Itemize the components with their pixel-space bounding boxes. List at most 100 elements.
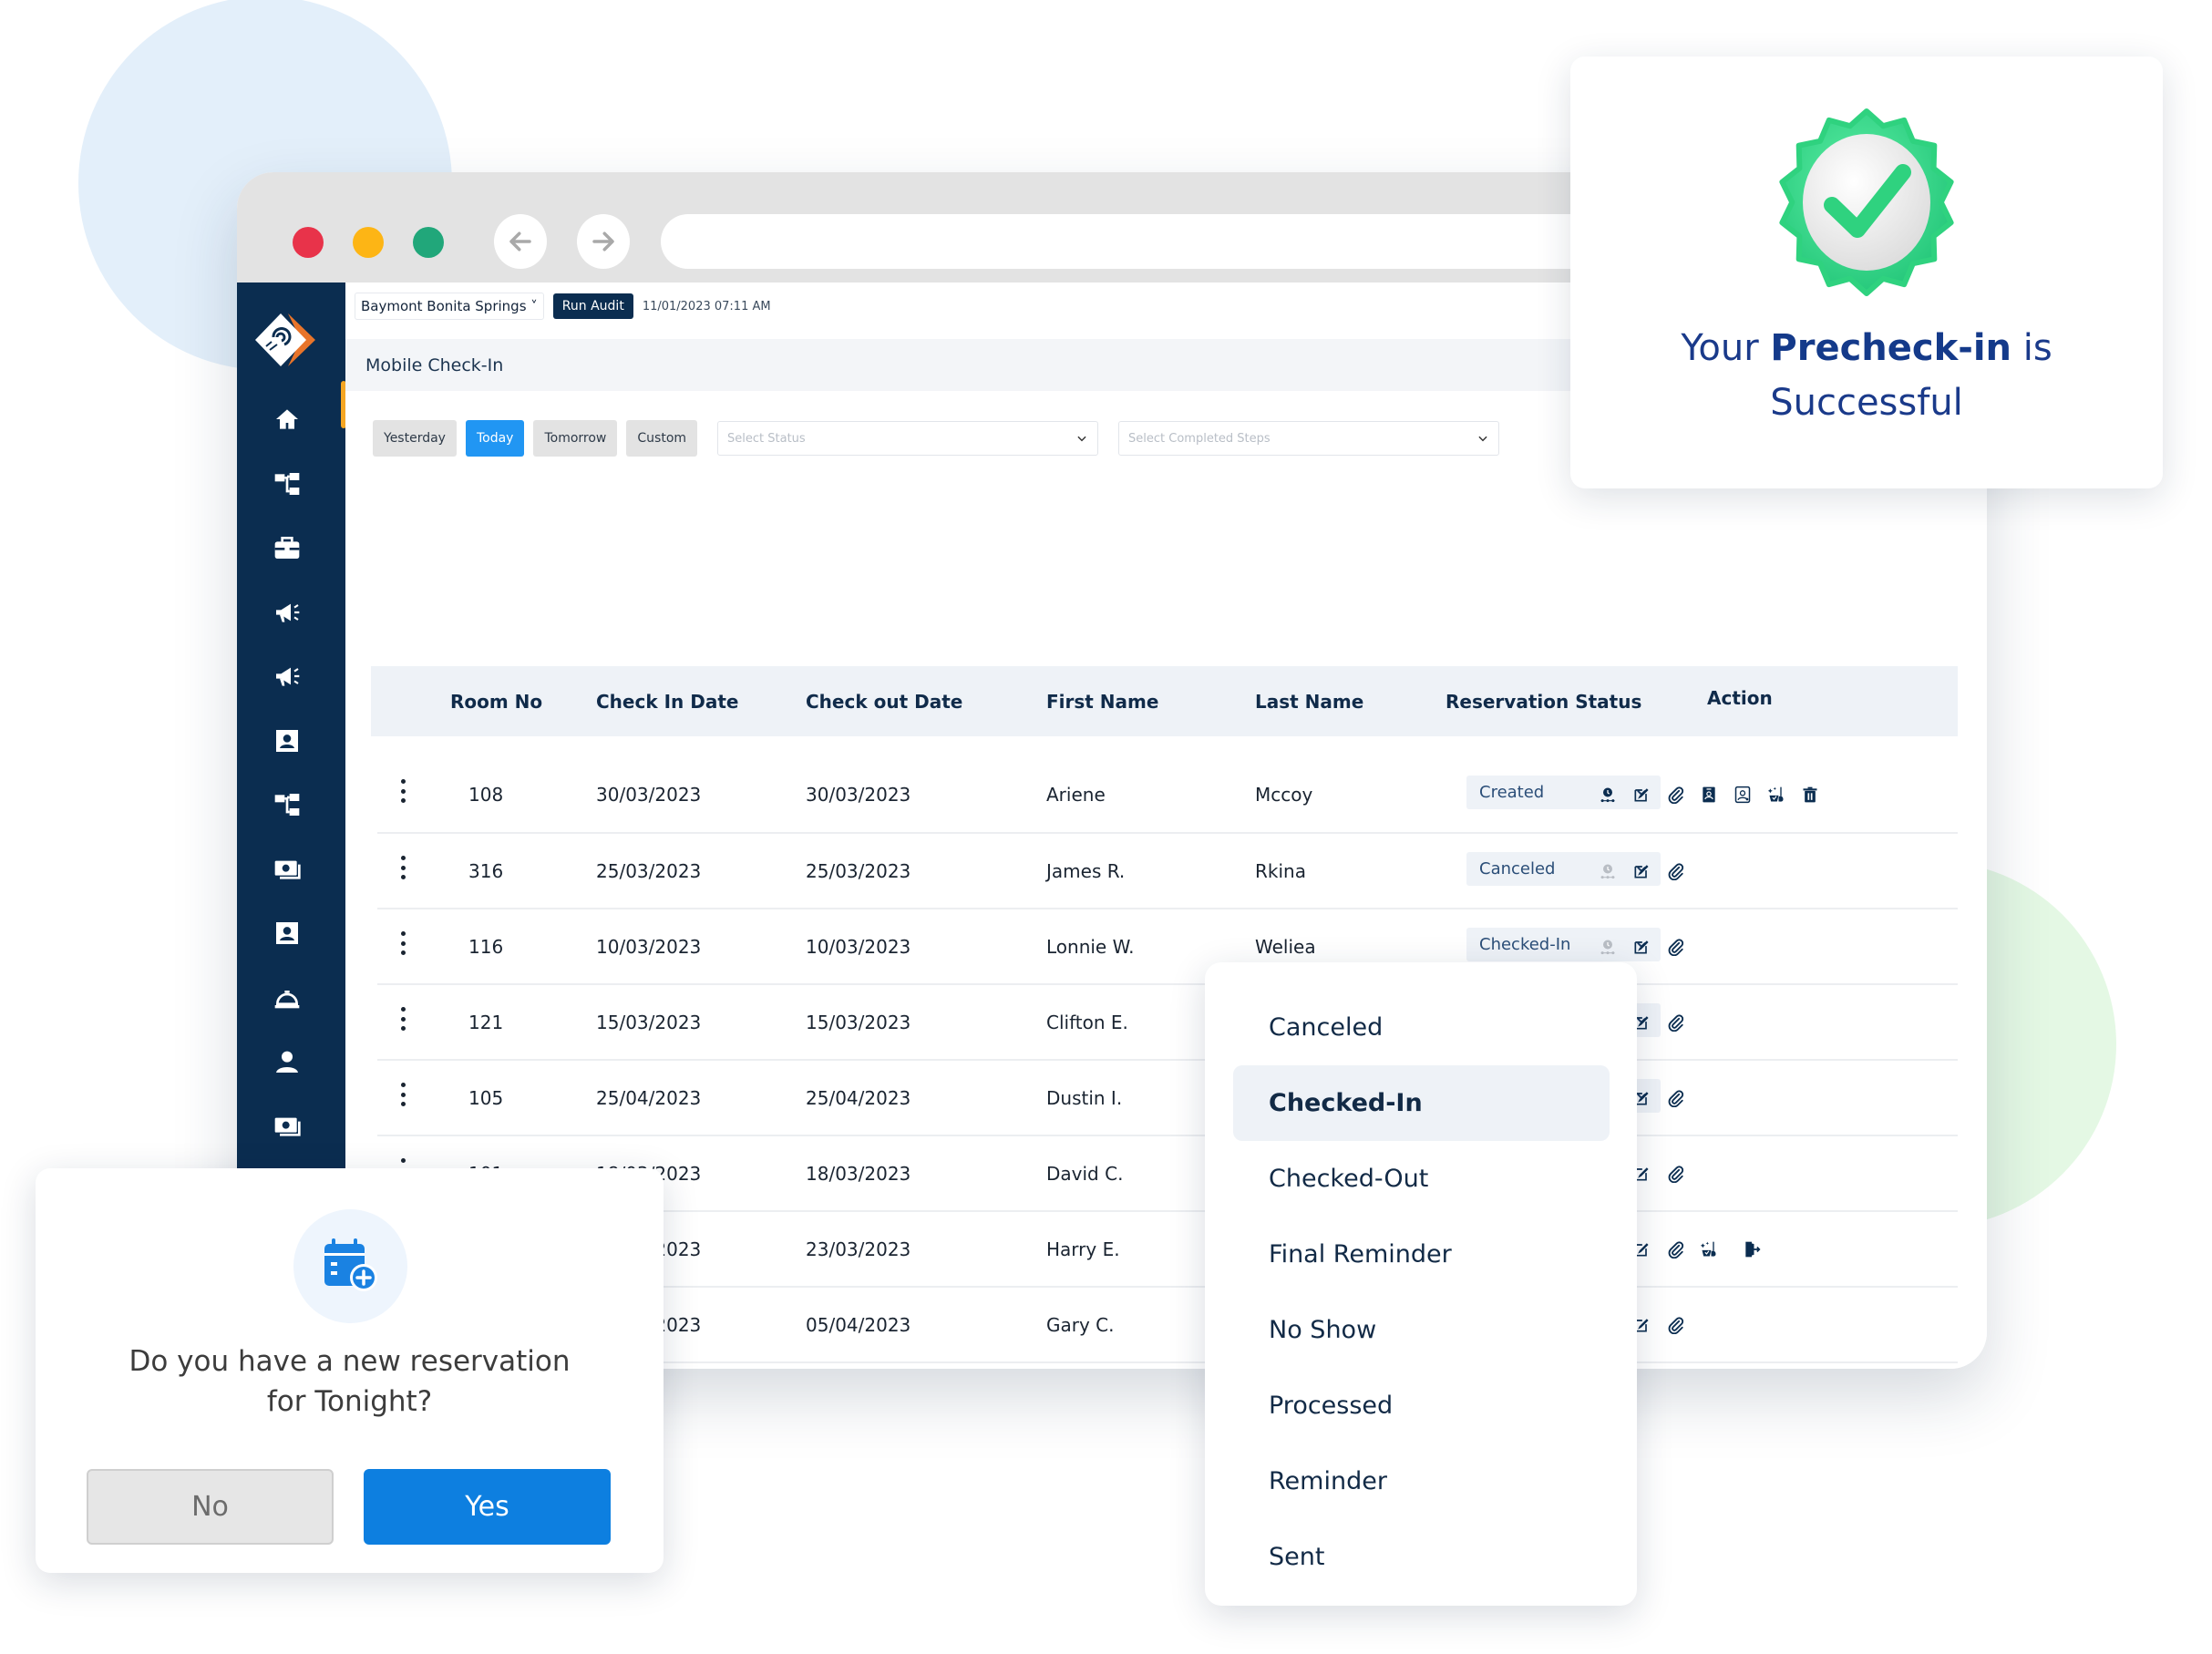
sidebar-item-10[interactable] [272, 982, 303, 1013]
sidebar-item-4[interactable] [272, 597, 303, 628]
first-name-cell: James R. [1046, 859, 1126, 882]
app-logo[interactable] [253, 310, 323, 370]
attachment-icon [1668, 786, 1684, 804]
chevron-down-icon [1077, 436, 1086, 442]
timeline-action[interactable] [1599, 938, 1617, 956]
first-name-cell: Ariene [1046, 784, 1106, 806]
sidebar-item-5[interactable] [272, 661, 303, 692]
attachment-action[interactable] [1666, 1240, 1684, 1258]
row-menu-button[interactable] [397, 1007, 408, 1031]
sidebar-item-6[interactable] [272, 725, 303, 756]
check-in-date-cell: 30/03/2023 [596, 784, 702, 806]
filter-today[interactable]: Today [465, 420, 525, 457]
sidebar-item-3[interactable] [272, 532, 303, 563]
maximize-window-dot[interactable] [413, 227, 444, 258]
row-menu-button[interactable] [397, 779, 408, 803]
check-in-date-cell: 10/03/2023 [596, 935, 702, 958]
status-option-final-reminder[interactable]: Final Reminder [1233, 1217, 1610, 1292]
status-option-reminder[interactable]: Reminder [1233, 1443, 1610, 1519]
filter-bar: Yesterday Today Tomorrow Custom Select S… [373, 420, 1500, 457]
sidebar-item-12[interactable] [272, 1111, 303, 1142]
precheck-success-card: Your Precheck-in is Successful [1570, 57, 2163, 488]
table-row[interactable]: 116 10/03/2023 10/03/2023 Lonnie W. Weliea Ch… [377, 909, 1958, 985]
table-row[interactable]: 108 30/03/2023 30/03/2023 Ariene Mccoy Create… [377, 757, 1958, 834]
timestamp: 11/01/2023 07:11 AM [642, 299, 771, 313]
verified-badge-icon [1779, 108, 1954, 296]
check-out-date-cell: 25/03/2023 [806, 859, 911, 882]
edit-icon [1634, 940, 1649, 953]
no-button[interactable]: No [87, 1469, 334, 1545]
column-first-name[interactable]: First Name [1046, 666, 1158, 736]
column-last-name[interactable]: Last Name [1255, 666, 1363, 736]
table-header: Room No Check In Date Check out Date Fir… [371, 666, 1958, 736]
close-window-dot[interactable] [293, 227, 324, 258]
minimize-window-dot[interactable] [353, 227, 384, 258]
attachment-action[interactable] [1666, 862, 1684, 880]
attachment-action[interactable] [1666, 938, 1684, 956]
column-room-no[interactable]: Room No [450, 666, 542, 736]
user-portrait-action[interactable] [1734, 786, 1752, 804]
sidebar-item-1[interactable] [272, 404, 303, 435]
timeline-action[interactable] [1599, 862, 1617, 880]
success-prefix: Your [1681, 327, 1771, 369]
row-menu-button[interactable] [397, 1083, 408, 1106]
status-option-canceled[interactable]: Canceled [1233, 990, 1610, 1065]
edit-action[interactable] [1632, 938, 1651, 956]
first-name-cell: Lonnie W. [1046, 935, 1135, 958]
housekeeping-action[interactable] [1700, 1240, 1718, 1258]
sidebar-item-2[interactable] [272, 468, 303, 499]
check-in-date-cell: 25/04/2023 [596, 1086, 702, 1109]
attachment-action[interactable] [1666, 1165, 1684, 1183]
sidebar-item-11[interactable] [272, 1046, 303, 1077]
filter-yesterday[interactable]: Yesterday [373, 420, 457, 457]
column-reservation-status[interactable]: Reservation Status [1446, 666, 1641, 736]
yes-button[interactable]: Yes [364, 1469, 611, 1545]
completed-steps-select[interactable]: Select Completed Steps [1118, 421, 1500, 456]
check-out-date-cell: 30/03/2023 [806, 784, 911, 806]
status-option-checked-in[interactable]: Checked-In [1233, 1065, 1610, 1141]
column-check-in-date[interactable]: Check In Date [596, 666, 738, 736]
id-badge-icon [1703, 786, 1715, 803]
timeline-action[interactable] [1599, 786, 1617, 804]
steps-select-placeholder: Select Completed Steps [1128, 431, 1271, 446]
calendar-icon-container [293, 1209, 407, 1323]
attachment-action[interactable] [1666, 1089, 1684, 1107]
status-option-processed[interactable]: Processed [1233, 1368, 1610, 1443]
housekeeping-action[interactable] [1767, 786, 1785, 804]
room-no-cell: 108 [468, 784, 504, 806]
attachment-action[interactable] [1666, 786, 1684, 804]
row-menu-button[interactable] [397, 931, 408, 955]
attachment-icon [1668, 1316, 1684, 1334]
id-badge-action[interactable] [1700, 786, 1718, 804]
attachment-icon [1668, 1165, 1684, 1183]
column-check-out-date[interactable]: Check out Date [806, 666, 962, 736]
column-action: Action [1707, 686, 1773, 709]
run-audit-button[interactable]: Run Audit [552, 293, 633, 319]
back-button[interactable] [494, 214, 547, 269]
sidebar-item-8[interactable] [272, 854, 303, 885]
status-option-checked-out[interactable]: Checked-Out [1233, 1141, 1610, 1217]
sidebar-item-7[interactable] [272, 789, 303, 820]
checkout-door-action[interactable] [1743, 1240, 1761, 1258]
table-row[interactable]: 12115/03/202315/03/2023Clifton E.Estelia… [377, 985, 1958, 1061]
edit-action[interactable] [1632, 862, 1651, 880]
status-select[interactable]: Select Status [717, 421, 1099, 456]
first-name-cell: Gary C. [1046, 1313, 1115, 1336]
row-menu-button[interactable] [397, 856, 408, 879]
edit-action[interactable] [1632, 786, 1651, 804]
table-row[interactable]: 10525/04/202325/04/2023Dustin I.InniaRem… [377, 1061, 1958, 1136]
filter-tomorrow[interactable]: Tomorrow [533, 420, 618, 457]
forward-button[interactable] [577, 214, 630, 269]
status-value: Checked-In [1479, 935, 1571, 954]
attachment-icon [1668, 1240, 1684, 1258]
status-option-no-show[interactable]: No Show [1233, 1292, 1610, 1368]
attachment-action[interactable] [1666, 1013, 1684, 1032]
status-option-sent[interactable]: Sent [1233, 1519, 1610, 1595]
attachment-action[interactable] [1666, 1316, 1684, 1334]
arrow-left-icon [509, 231, 531, 252]
trash-action[interactable] [1801, 786, 1819, 804]
table-row[interactable]: 316 25/03/2023 25/03/2023 James R. Rkina Canc… [377, 834, 1958, 909]
sidebar-item-9[interactable] [272, 918, 303, 949]
filter-custom[interactable]: Custom [626, 420, 698, 457]
hotel-selector[interactable]: Baymont Bonita Springs ˅ [355, 293, 544, 320]
